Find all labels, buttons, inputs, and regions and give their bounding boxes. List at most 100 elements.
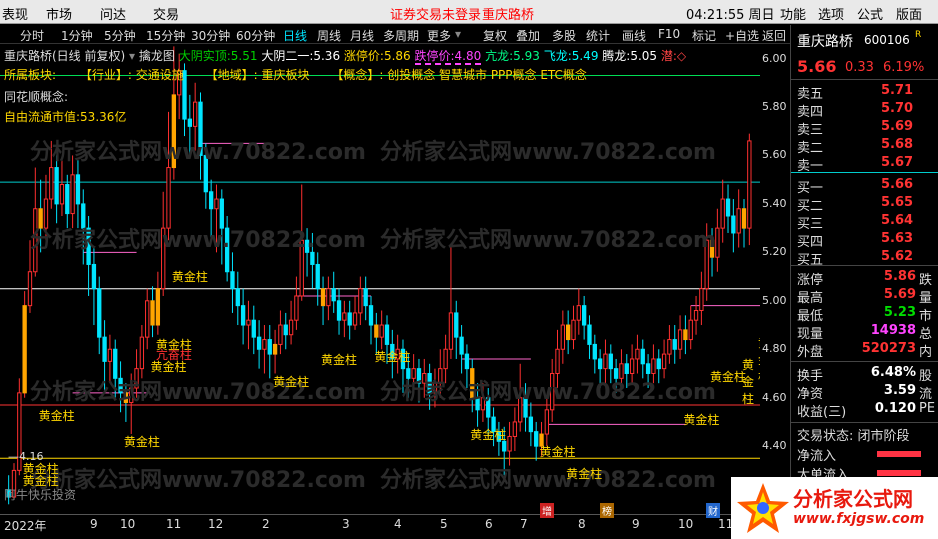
candle-body [608,353,613,370]
annotation-label: 黄金柱 [710,369,747,384]
menu-item-market[interactable]: 市场 [46,4,72,23]
dropdown-arrow-icon[interactable]: ▾ [129,49,135,63]
stat-label: 现量 [797,327,824,342]
login-status[interactable]: 证券交易未登录 [390,4,481,23]
period-tab-1min[interactable]: 1分钟 [61,27,93,44]
candle-body [374,324,379,338]
divider [791,422,938,423]
candle-body [347,312,352,326]
toolbar-overlay-button[interactable]: 叠加 [516,27,540,44]
divider [791,361,938,362]
divider [791,79,938,80]
bid-level-label: 买一 [797,181,824,196]
period-tab-monthly[interactable]: 月线 [350,27,374,44]
concept-link[interactable]: 创投概念 智慧城市 PPP概念 ETC概念 [387,68,587,82]
period-tab-60min[interactable]: 60分钟 [236,27,275,44]
bid-level-price[interactable]: 5.65 [881,195,913,210]
candle-body [352,312,358,326]
candle-body [49,167,54,200]
ask-level-price[interactable]: 5.68 [881,137,913,152]
period-tab-30min[interactable]: 30分钟 [191,27,230,44]
date-tick-label: 8 [578,517,586,531]
date-tick-label: 4 [394,517,402,531]
candle-body [256,336,262,350]
bid-level-price[interactable]: 5.66 [881,177,913,192]
event-chip[interactable]: 增 [540,503,554,518]
price-tick-label: 5.80 [762,99,787,113]
bid-level-price[interactable]: 5.64 [881,213,913,228]
date-tick-label: 2022年 [4,519,47,533]
event-chip[interactable]: 榜 [600,503,614,518]
annotation-label: 黄金柱 [321,352,358,367]
candle-body [693,309,699,321]
date-tick-label: 3 [342,517,350,531]
date-tick-label: 11 [166,517,182,531]
menu-item-trade[interactable]: 交易 [153,4,179,23]
toolbar-multistock-button[interactable]: 多股 [552,27,576,44]
toolbar-adjust-button[interactable]: 复权 [483,27,507,44]
toolbar-draw-button[interactable]: 画线 [622,27,646,44]
stat2-suffix: PE [919,401,936,416]
toolbar-f10-button[interactable]: F10 [658,27,680,41]
toolbar-mark-button[interactable]: 标记 [692,27,716,44]
bid-level-price[interactable]: 5.62 [881,249,913,264]
candle-body [27,271,33,307]
period-tab-5min[interactable]: 5分钟 [104,27,136,44]
candle-body [597,358,603,370]
bid-level-price[interactable]: 5.63 [881,231,913,246]
indicator-name[interactable]: 擒龙图 [139,49,175,63]
candle-body [342,312,347,321]
menu-item-function[interactable]: 功能 [780,4,806,23]
ask-level-label: 卖二 [797,141,824,156]
candle-body [661,353,667,370]
candle-body [736,208,741,234]
indicator-item: 跌停价:4.80 [414,49,482,65]
chevron-down-icon[interactable]: ▾ [455,27,461,41]
candle-body [70,174,75,215]
price-tick-label: 4.40 [762,439,787,453]
period-tab-multi[interactable]: 多周期 [383,27,419,44]
menu-item-options[interactable]: 选项 [818,4,844,23]
stat2-suffix: 股 [919,369,933,384]
period-tab-more[interactable]: 更多 [427,27,451,44]
ask-level-price[interactable]: 5.67 [881,155,913,170]
stat2-label: 换手 [797,369,824,384]
price-tick-label: 4.60 [762,390,787,404]
menu-item-formula[interactable]: 公式 [857,4,883,23]
candle-body [645,363,651,374]
annotation-label: 黄金柱 [566,466,603,481]
candle-body [555,348,560,374]
ask-level-price[interactable]: 5.71 [881,83,913,98]
ask-level-price[interactable]: 5.69 [881,119,913,134]
indicator-item: 大阴二一:5.36 [261,49,341,63]
bid-level-label: 买二 [797,199,824,214]
candle-body [715,227,720,258]
candle-body [667,339,672,355]
region-link[interactable]: 重庆板块 [261,68,309,82]
period-tab-15min[interactable]: 15分钟 [146,27,185,44]
toolbar-add-watch-button[interactable]: +自选 [725,27,759,44]
period-tab-intraday[interactable]: 分时 [20,27,44,44]
annotation-label: 黄金柱 [374,350,411,365]
toolbar-stats-button[interactable]: 统计 [586,27,610,44]
toolbar-back-button[interactable]: 返回 [762,27,786,44]
menu-item-layout[interactable]: 版面 [896,4,922,23]
candle-body [251,319,256,338]
candle-body [214,198,219,210]
menu-item-market-cut[interactable]: 表现 [2,4,28,23]
kline-chart-area[interactable]: 分析家公式网www.70822.com 分析家公式网www.70822.com … [0,44,770,514]
industry-link[interactable]: 交通设施 [136,68,184,82]
ask-level-label: 卖四 [797,105,824,120]
indicator-item: 腾龙:5.05 [602,49,658,63]
ask-level-price[interactable]: 5.70 [881,101,913,116]
candle-body [139,336,145,370]
candle-body [656,358,661,370]
event-chip[interactable]: 财 [706,503,720,518]
period-tab-weekly[interactable]: 周线 [317,27,341,44]
candle-body [448,312,454,350]
logo-title: 分析家公式网 [793,487,913,511]
candle-body [464,353,470,370]
period-tab-daily[interactable]: 日线 [283,27,307,44]
candle-body [235,288,240,307]
menu-item-wenda[interactable]: 问达 [100,4,126,23]
